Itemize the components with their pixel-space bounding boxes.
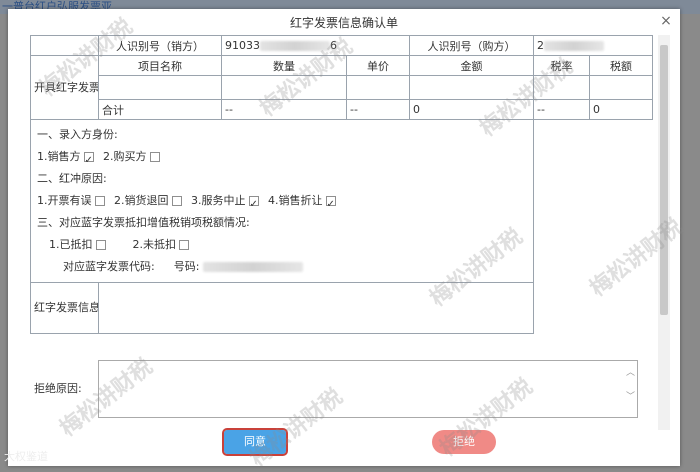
table-cell: [533, 75, 590, 100]
blue-invoice-code-label: 对应蓝字发票代码:: [63, 260, 155, 273]
deducted-checkbox[interactable]: [95, 240, 106, 250]
total-row-cell: --: [533, 99, 590, 120]
invoice-error-checkbox[interactable]: [94, 196, 105, 206]
column-header: 项目名称: [98, 55, 222, 76]
dialog-title: 红字发票信息确认单: [289, 16, 398, 30]
total-row-cell: 0: [589, 99, 653, 120]
seller-id-label: 人识别号（销方）: [98, 35, 222, 56]
option-not-deducted-label: 2.未抵扣: [132, 238, 177, 251]
entry-heading: 一、录入方身份:: [37, 128, 118, 141]
dialog-scrollbar[interactable]: [658, 35, 670, 430]
invoice-confirm-dialog: 红字发票信息确认单 × 人识别号（销方） 91033 6 人识别号（购方） 2 开…: [8, 9, 680, 466]
reason-options: 1.开票有误 2.销货退回 3.服务中止 4.销售折让: [37, 190, 527, 216]
table-corner-cell: [30, 35, 99, 56]
table-cell: [409, 75, 534, 100]
not-deducted-checkbox[interactable]: [179, 240, 189, 250]
reject-button[interactable]: 拒绝: [432, 430, 496, 454]
table-cell: [221, 75, 347, 100]
agree-button[interactable]: 同意: [222, 428, 288, 456]
deduct-heading: 三、对应蓝字发票抵扣增值税销项税额情况:: [37, 216, 250, 229]
table-cell: [98, 75, 222, 100]
option-deducted-label: 1.已抵扣: [49, 238, 93, 251]
confirm-number-label: 红字发票信息确认单编号: [30, 282, 99, 334]
total-row-cell: --: [221, 99, 347, 120]
seller-id-value: 91033 6: [221, 35, 410, 56]
option-discount-label: 4.销售折让: [268, 194, 323, 207]
option-seller-label: 1.销售方: [37, 150, 81, 163]
entry-options: 1.销售方 2.购买方: [37, 146, 527, 172]
option-return-label: 2.销货退回: [114, 194, 169, 207]
option-buyer-label: 2.购买方: [103, 150, 147, 163]
discount-checkbox[interactable]: [325, 194, 336, 216]
column-header: 数量: [221, 55, 347, 76]
table-cell: [589, 75, 653, 100]
blue-invoice-number-label: 号码:: [173, 260, 200, 273]
confirm-info-side-label: 开具红字发票确认信息内容: [30, 55, 99, 120]
empty-cell: [534, 283, 653, 334]
redacted-seller-id: [260, 41, 330, 51]
total-row-label: 合计: [98, 99, 222, 120]
column-header: 金额: [409, 55, 534, 76]
column-header: 税额: [589, 55, 653, 76]
table-cell: [346, 75, 410, 100]
confirm-number-value: [98, 282, 534, 334]
reject-reason-label: 拒绝原因:: [34, 382, 82, 395]
column-header: 税率: [533, 55, 590, 76]
buyer-checkbox[interactable]: [149, 152, 160, 162]
total-row-cell: 0: [409, 99, 534, 120]
option-service-stop-label: 3.服务中止: [191, 194, 246, 207]
reason-heading: 二、红冲原因:: [37, 172, 107, 185]
option-invoice-error-label: 1.开票有误: [37, 194, 92, 207]
column-header: 单价: [346, 55, 410, 76]
textarea-scroll-arrows-icon[interactable]: ︿ ﹀: [626, 367, 636, 403]
redacted-buyer-id: [544, 41, 604, 51]
dialog-content: 人识别号（销方） 910336 人识别号（购方） 2 开具红字发票确认信息内容 …: [30, 35, 655, 457]
scrollbar-thumb[interactable]: [660, 45, 668, 315]
corner-label: 大权鉴道: [4, 450, 48, 463]
return-checkbox[interactable]: [171, 196, 182, 206]
invoice-info-table: 人识别号（销方） 910336 人识别号（购方） 2 开具红字发票确认信息内容 …: [30, 35, 653, 334]
redacted-blue-invoice-number: [202, 262, 303, 272]
blue-invoice-row: 对应蓝字发票代码: 号码:: [37, 256, 527, 278]
buyer-id-value: 2: [533, 35, 653, 56]
close-icon[interactable]: ×: [658, 13, 674, 29]
service-stop-checkbox[interactable]: [248, 194, 259, 216]
empty-cell: [534, 120, 653, 283]
total-row-cell: --: [346, 99, 410, 120]
reject-reason-input[interactable]: [98, 360, 638, 418]
seller-checkbox[interactable]: [83, 150, 94, 172]
reason-section: 一、录入方身份: 1.销售方 2.购买方 二、红冲原因: 1.开票有误 2.销货…: [30, 119, 534, 283]
deduct-options: 1.已抵扣 2.未抵扣: [37, 234, 527, 256]
buyer-id-label: 人识别号（购方）: [409, 35, 534, 56]
